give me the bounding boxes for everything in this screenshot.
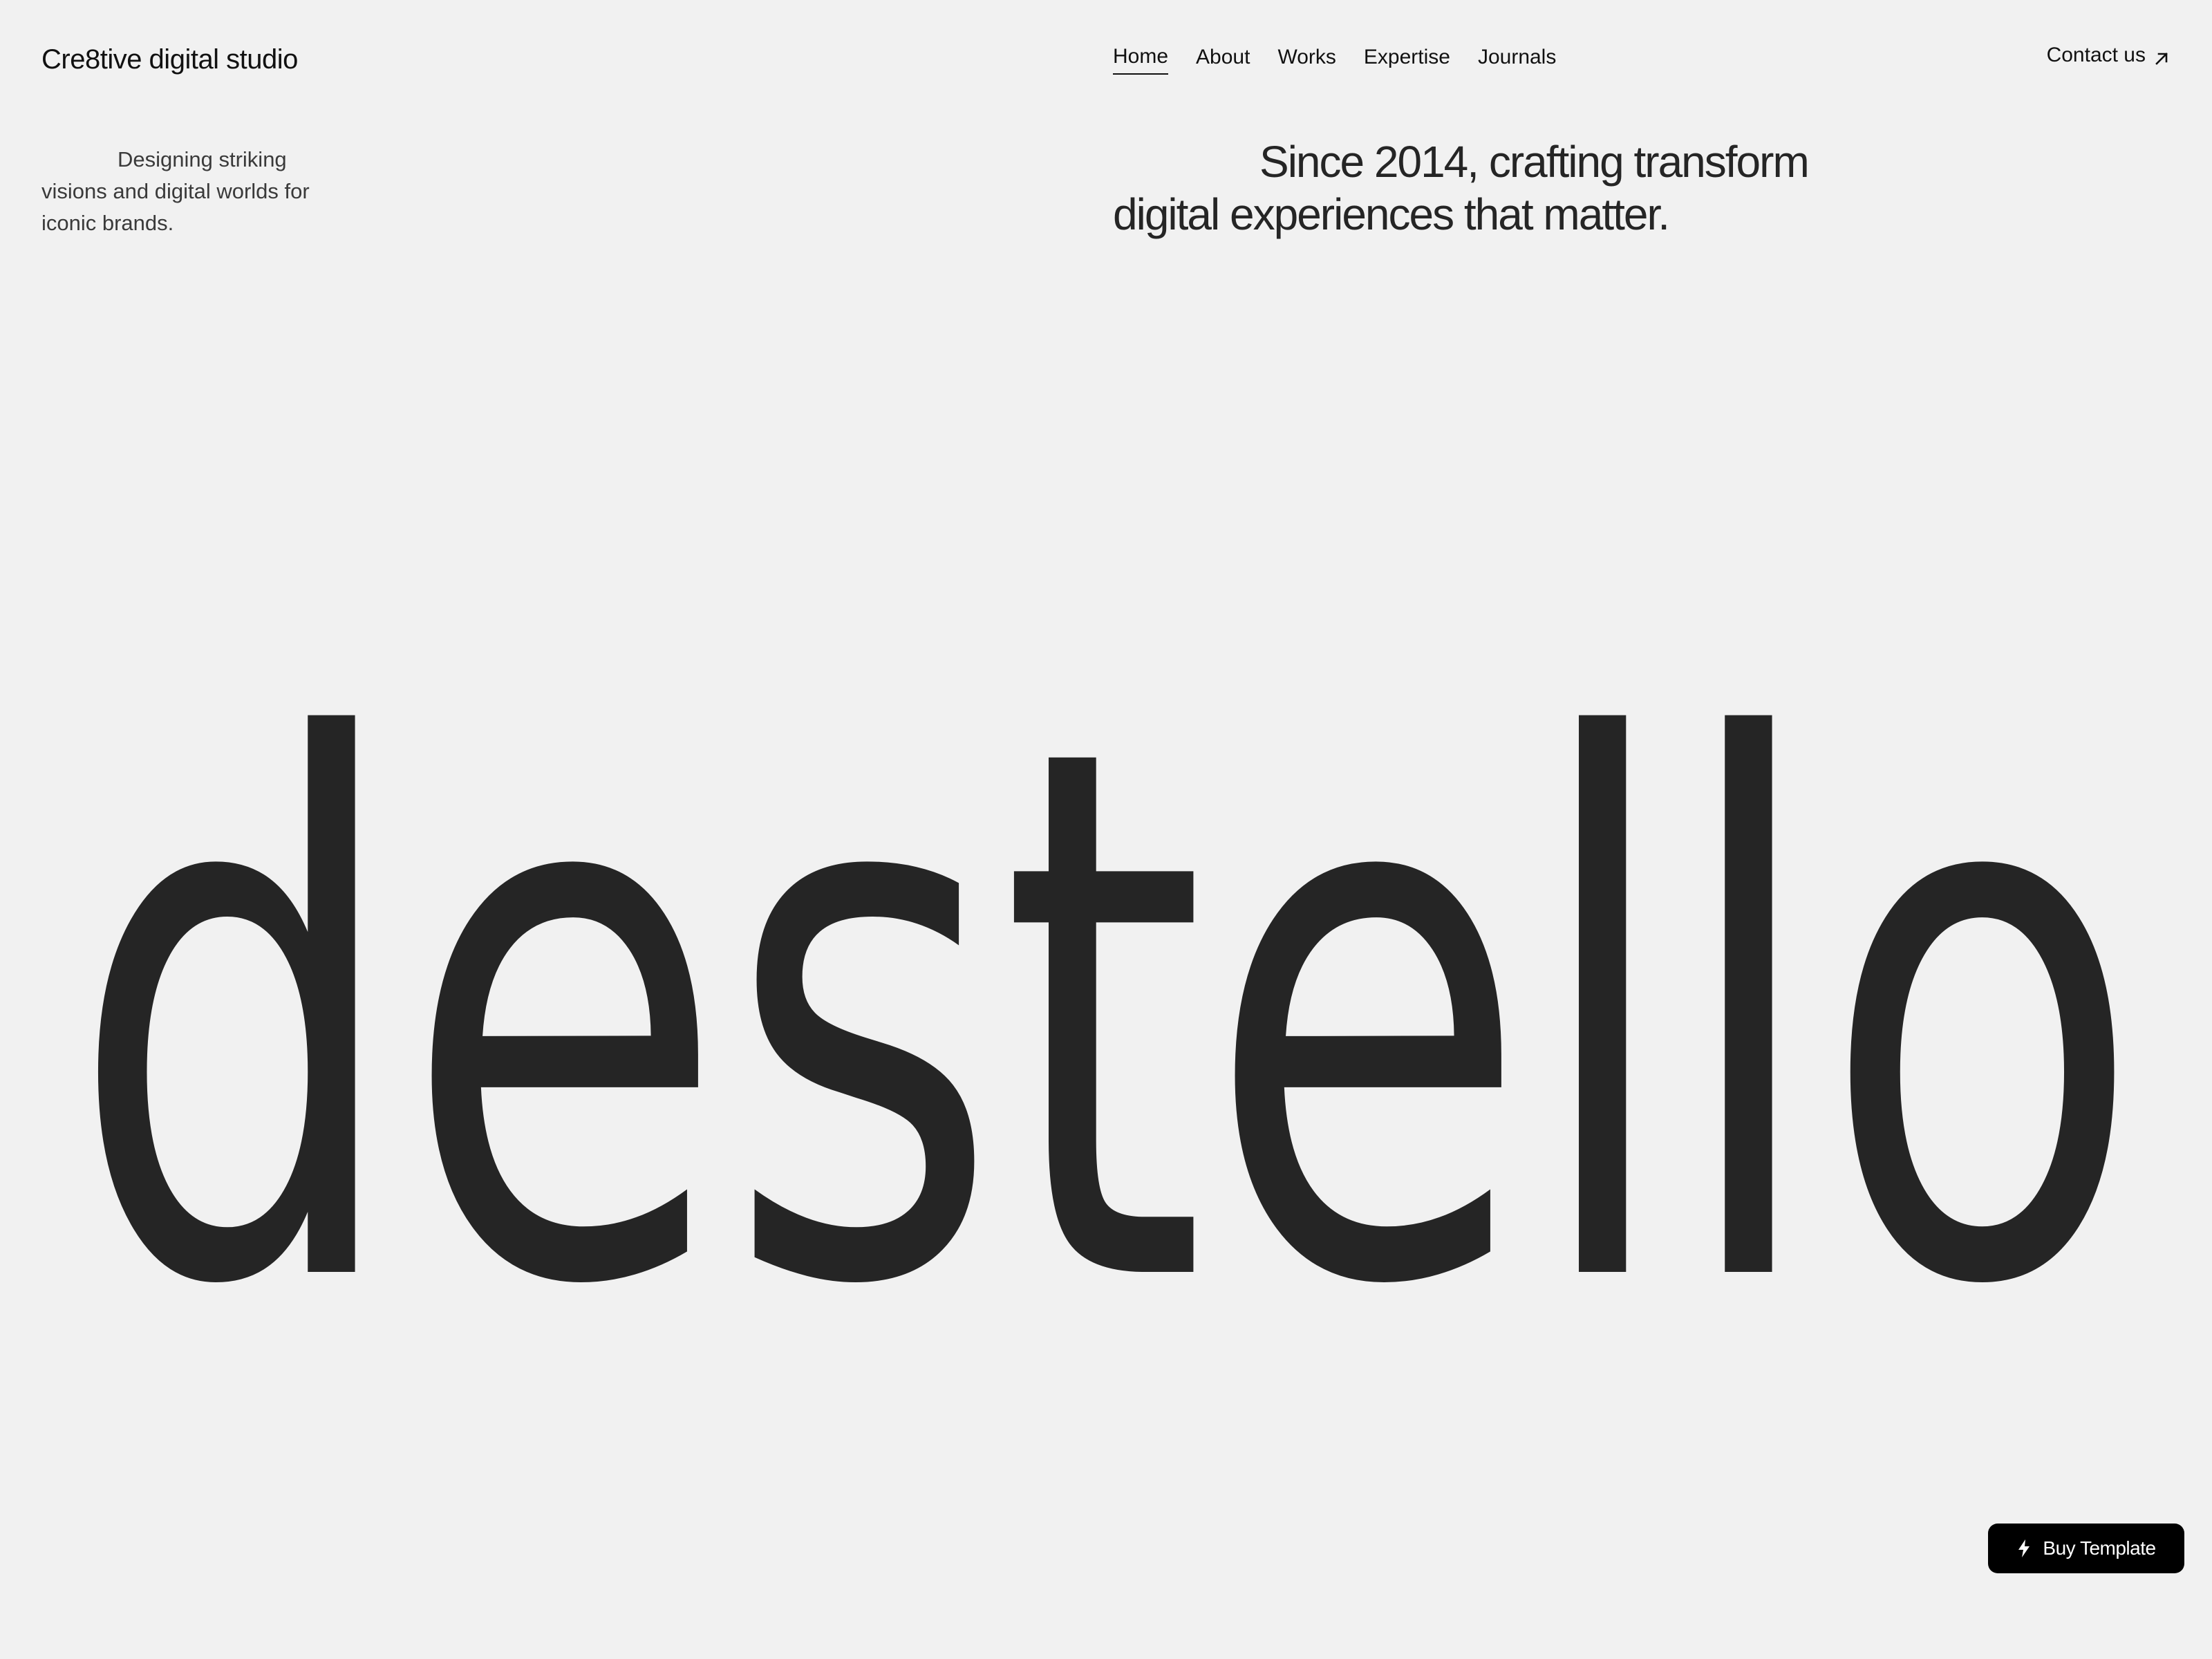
arrow-up-right-icon: [2153, 46, 2171, 65]
brand-logo[interactable]: Cre8tive digital studio: [41, 41, 298, 77]
page: Cre8tive digital studio Home About Works…: [0, 0, 2212, 1659]
intro-text: Designing striking visions and digital w…: [41, 147, 310, 235]
nav-about[interactable]: About: [1196, 42, 1250, 74]
nav-journals[interactable]: Journals: [1478, 42, 1556, 74]
contact-us-label: Contact us: [2046, 44, 2146, 66]
buy-template-label: Buy Template: [2043, 1537, 2156, 1559]
main-nav: Home About Works Expertise Journals: [1113, 41, 1556, 75]
lightning-bolt-icon: [2016, 1539, 2032, 1558]
hero-tagline: Since 2014, crafting transform digital e…: [1113, 137, 1810, 239]
contact-us-link[interactable]: Contact us: [2047, 40, 2171, 71]
hero-wordmark: destello: [0, 691, 2212, 1382]
buy-template-button[interactable]: Buy Template: [1988, 1524, 2184, 1573]
nav-works[interactable]: Works: [1277, 42, 1335, 74]
nav-expertise[interactable]: Expertise: [1364, 42, 1450, 74]
wordmark-text: destello: [69, 691, 2143, 1382]
nav-home[interactable]: Home: [1113, 41, 1169, 75]
